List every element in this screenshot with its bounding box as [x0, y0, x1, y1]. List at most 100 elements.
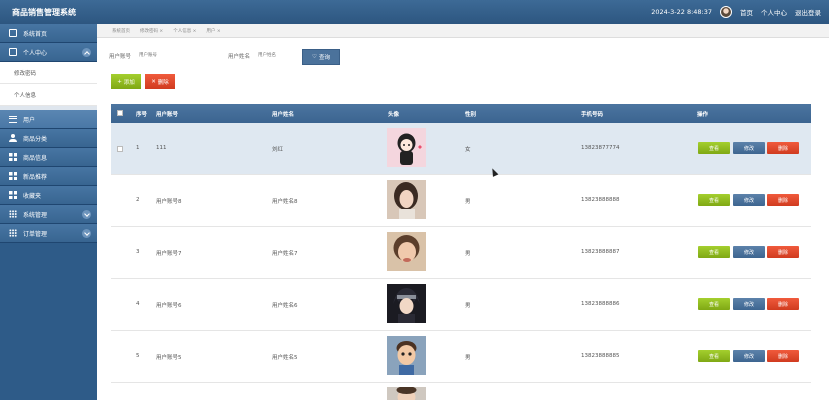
cell-gender: 女 — [465, 147, 471, 153]
delete-button[interactable]: 删除 — [767, 142, 799, 154]
add-button-label: 添加 — [123, 79, 135, 86]
sidebar-item-label: 系统首页 — [23, 30, 48, 38]
sidebar-item-favorites[interactable]: 收藏夹 — [0, 186, 97, 205]
add-button[interactable]: + 添加 — [111, 74, 141, 89]
cell-account: 用户账号7 — [156, 251, 182, 257]
grid-icon — [9, 172, 17, 180]
sidebar-item-personal[interactable]: 个人中心 — [0, 43, 97, 62]
sidebar-item-system[interactable]: 系统管理 — [0, 205, 97, 224]
sidebar-item-recommend[interactable]: 新品推荐 — [0, 167, 97, 186]
sidebar-item-label: 商品分类 — [23, 135, 48, 143]
cell-account: 用户账号8 — [156, 199, 182, 205]
top-right-area: 2024-3-22 8:48:37 首页 个人中心 退出登录 — [651, 6, 821, 18]
cell-account: 用户账号6 — [156, 303, 182, 309]
logout-link[interactable]: 退出登录 — [795, 7, 821, 17]
cell-name: 刘红 — [272, 147, 284, 153]
avatar-thumbnail[interactable] — [387, 232, 426, 271]
edit-button[interactable]: 修改 — [733, 298, 765, 310]
table-row[interactable]: 2 用户账号8 用户姓名8 男 13823888888 查看 修改 删除 — [111, 175, 811, 227]
delete-button[interactable]: 删除 — [767, 350, 799, 362]
chevron-down-icon[interactable] — [82, 210, 91, 219]
top-home-link[interactable]: 首页 — [740, 7, 753, 17]
plus-icon: + — [117, 78, 122, 85]
table-row[interactable] — [111, 383, 811, 400]
avatar-thumbnail[interactable] — [387, 284, 426, 323]
view-button[interactable]: 查看 — [698, 142, 730, 154]
tab-personal-info[interactable]: 个人信息 × — [173, 28, 196, 34]
cell-phone: 13823877774 — [581, 145, 620, 151]
sidebar: 系统首页 个人中心 修改密码 个人信息 用户 商品分类 商品信息 新品推荐 收藏… — [0, 24, 97, 400]
cell-gender: 男 — [465, 251, 471, 257]
name-label: 用户姓名 — [228, 53, 251, 60]
cell-phone: 13823888888 — [581, 197, 620, 203]
sidebar-item-category[interactable]: 商品分类 — [0, 129, 97, 148]
sidebar-item-users[interactable]: 用户 — [0, 110, 97, 129]
sidebar-item-label: 订单管理 — [23, 230, 48, 238]
user-avatar-icon[interactable] — [720, 6, 732, 18]
header-phone: 手机号码 — [581, 112, 604, 118]
datetime: 2024-3-22 8:48:37 — [651, 8, 712, 16]
edit-button[interactable]: 修改 — [733, 350, 765, 362]
header-gender: 性别 — [465, 112, 477, 118]
view-button[interactable]: 查看 — [698, 298, 730, 310]
breadcrumb: 系统首页 修改密码 × 个人信息 × 用户 × — [97, 24, 829, 38]
sidebar-item-label: 系统管理 — [23, 211, 48, 219]
delete-button[interactable]: 删除 — [767, 246, 799, 258]
close-icon: ✕ — [151, 78, 156, 85]
id-card-icon — [9, 48, 17, 56]
avatar-thumbnail[interactable] — [387, 336, 426, 375]
chevron-up-icon[interactable] — [82, 48, 91, 57]
cell-gender: 男 — [465, 199, 471, 205]
sidebar-item-orders[interactable]: 订单管理 — [0, 224, 97, 243]
account-search-input[interactable] — [139, 50, 195, 61]
delete-button[interactable]: 删除 — [767, 194, 799, 206]
home-icon — [9, 29, 17, 37]
table-row[interactable]: 5 用户账号5 用户姓名5 男 13823888885 查看 修改 删除 — [111, 331, 811, 383]
view-button[interactable]: 查看 — [698, 246, 730, 258]
cell-account: 111 — [156, 145, 167, 151]
cell-phone: 13823888886 — [581, 301, 620, 307]
query-button[interactable]: ♡ 查询 — [302, 49, 340, 65]
view-button[interactable]: 查看 — [698, 350, 730, 362]
tab-change-password[interactable]: 修改密码 × — [140, 28, 163, 34]
batch-delete-button[interactable]: ✕ 删除 — [145, 74, 175, 89]
cell-name: 用户姓名5 — [272, 355, 298, 361]
header-account: 用户账号 — [156, 112, 179, 118]
delete-button[interactable]: 删除 — [767, 298, 799, 310]
view-button[interactable]: 查看 — [698, 194, 730, 206]
table-row[interactable]: 1 111 刘红 女 13823877774 查看 修改 删除 — [111, 123, 811, 175]
avatar-thumbnail[interactable] — [387, 180, 426, 219]
top-bar: 商品销售管理系统 2024-3-22 8:48:37 首页 个人中心 退出登录 — [0, 0, 829, 24]
select-all-checkbox[interactable] — [117, 110, 123, 116]
cell-phone: 13823888885 — [581, 353, 620, 359]
cell-account: 用户账号5 — [156, 355, 182, 361]
table-row[interactable]: 3 用户账号7 用户姓名7 男 13823888887 查看 修改 删除 — [111, 227, 811, 279]
avatar-thumbnail[interactable] — [387, 128, 426, 167]
top-profile-link[interactable]: 个人中心 — [761, 7, 787, 17]
apps-icon — [9, 229, 17, 237]
row-checkbox[interactable] — [117, 146, 123, 152]
tab-home[interactable]: 系统首页 — [112, 28, 130, 34]
avatar-thumbnail[interactable] — [387, 387, 426, 400]
header-avatar: 头像 — [388, 112, 400, 118]
edit-button[interactable]: 修改 — [733, 194, 765, 206]
heart-icon: ♡ — [312, 54, 317, 60]
cell-index: 3 — [136, 249, 140, 255]
edit-button[interactable]: 修改 — [733, 142, 765, 154]
header-index: 序号 — [136, 112, 148, 118]
chevron-down-icon[interactable] — [82, 229, 91, 238]
table-row[interactable]: 4 用户账号6 用户姓名6 男 13823888886 查看 修改 删除 — [111, 279, 811, 331]
grid-icon — [9, 191, 17, 199]
sidebar-item-goods-info[interactable]: 商品信息 — [0, 148, 97, 167]
search-row: 用户账号 用户姓名 — [109, 50, 321, 61]
sidebar-subitem-change-password[interactable]: 修改密码 — [0, 62, 97, 84]
sidebar-item-label: 收藏夹 — [23, 192, 42, 200]
apps-icon — [9, 210, 17, 218]
sidebar-item-label: 用户 — [23, 116, 36, 124]
sidebar-item-home[interactable]: 系统首页 — [0, 24, 97, 43]
account-label: 用户账号 — [109, 53, 132, 60]
cell-gender: 男 — [465, 355, 471, 361]
sidebar-subitem-personal-info[interactable]: 个人信息 — [0, 84, 97, 106]
edit-button[interactable]: 修改 — [733, 246, 765, 258]
tab-users[interactable]: 用户 × — [206, 28, 220, 34]
